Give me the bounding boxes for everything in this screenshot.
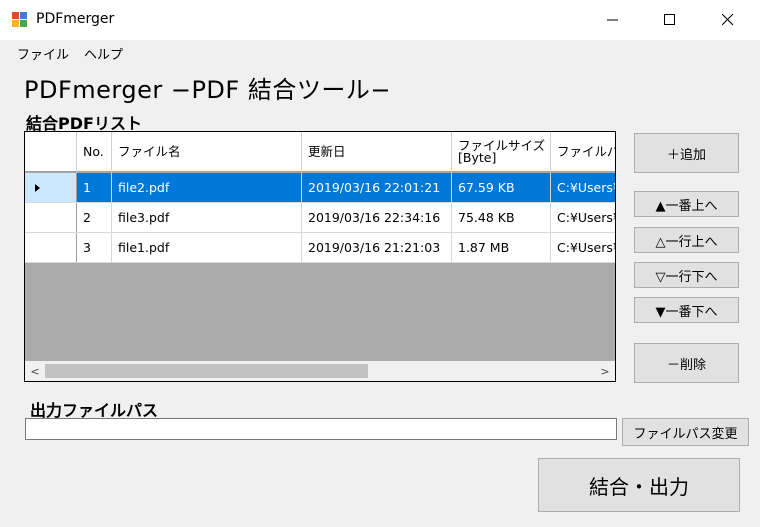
current-row-arrow-icon (35, 184, 40, 192)
change-path-button[interactable]: ファイルパス変更 (622, 418, 749, 446)
delete-button[interactable]: －削除 (634, 343, 739, 383)
close-icon (722, 14, 734, 26)
cell-no[interactable]: 1 (77, 173, 112, 202)
cell-date[interactable]: 2019/03/16 22:01:21 (302, 173, 452, 202)
add-button[interactable]: ＋追加 (634, 133, 739, 173)
pdf-list-grid[interactable]: No. ファイル名 更新日 ファイルサイズ [Byte] ファイルパ 1 file… (24, 131, 616, 382)
cell-path[interactable]: C:¥Users¥ (551, 203, 615, 232)
column-header-no[interactable]: No. (77, 132, 112, 172)
move-up-button[interactable]: △一行上へ (634, 227, 739, 253)
row-header[interactable] (25, 233, 77, 262)
horizontal-scrollbar[interactable]: < > (25, 361, 615, 381)
table-row[interactable]: 2 file3.pdf 2019/03/16 22:34:16 75.48 KB… (25, 203, 615, 233)
cell-path[interactable]: C:¥Users¥ (551, 233, 615, 262)
table-row[interactable]: 1 file2.pdf 2019/03/16 22:01:21 67.59 KB… (25, 173, 615, 203)
table-row[interactable]: 3 file1.pdf 2019/03/16 21:21:03 1.87 MB … (25, 233, 615, 263)
cell-size[interactable]: 67.59 KB (452, 173, 551, 202)
close-button[interactable] (705, 0, 751, 40)
row-header[interactable] (25, 173, 77, 202)
menu-file[interactable]: ファイル (17, 44, 69, 63)
menu-bar: ファイル ヘルプ (0, 40, 760, 66)
cell-date[interactable]: 2019/03/16 21:21:03 (302, 233, 452, 262)
column-header-size-label: ファイルサイズ [Byte] (458, 138, 546, 165)
minimize-icon (607, 19, 618, 21)
maximize-button[interactable] (647, 0, 693, 40)
cell-filename[interactable]: file3.pdf (112, 203, 302, 232)
scroll-thumb[interactable] (45, 364, 368, 378)
row-header[interactable] (25, 203, 77, 232)
page-title: PDFmerger −PDF 結合ツール− (24, 76, 391, 104)
row-header-corner (25, 132, 77, 172)
cell-size[interactable]: 75.48 KB (452, 203, 551, 232)
cell-path[interactable]: C:¥Users¥ (551, 173, 615, 202)
cell-no[interactable]: 2 (77, 203, 112, 232)
column-header-date[interactable]: 更新日 (302, 132, 452, 172)
scroll-left-arrow[interactable]: < (25, 361, 45, 381)
move-top-button[interactable]: ▲一番上へ (634, 191, 739, 217)
maximize-icon (664, 14, 675, 25)
grid-header: No. ファイル名 更新日 ファイルサイズ [Byte] ファイルパ (25, 132, 615, 172)
app-icon (12, 12, 28, 28)
cell-date[interactable]: 2019/03/16 22:34:16 (302, 203, 452, 232)
scroll-right-arrow[interactable]: > (595, 361, 615, 381)
column-header-size[interactable]: ファイルサイズ [Byte] (452, 132, 551, 172)
cell-filename[interactable]: file2.pdf (112, 173, 302, 202)
column-header-filename[interactable]: ファイル名 (112, 132, 302, 172)
output-path-input[interactable] (25, 418, 617, 440)
column-header-path[interactable]: ファイルパ (551, 132, 615, 172)
window-title: PDFmerger (36, 11, 115, 27)
move-bottom-button[interactable]: ▼一番下へ (634, 297, 739, 323)
title-bar: PDFmerger (0, 0, 760, 40)
cell-no[interactable]: 3 (77, 233, 112, 262)
merge-output-button[interactable]: 結合・出力 (538, 458, 740, 512)
cell-filename[interactable]: file1.pdf (112, 233, 302, 262)
menu-help[interactable]: ヘルプ (84, 44, 123, 63)
minimize-button[interactable] (590, 0, 636, 40)
move-down-button[interactable]: ▽一行下へ (634, 262, 739, 288)
cell-size[interactable]: 1.87 MB (452, 233, 551, 262)
